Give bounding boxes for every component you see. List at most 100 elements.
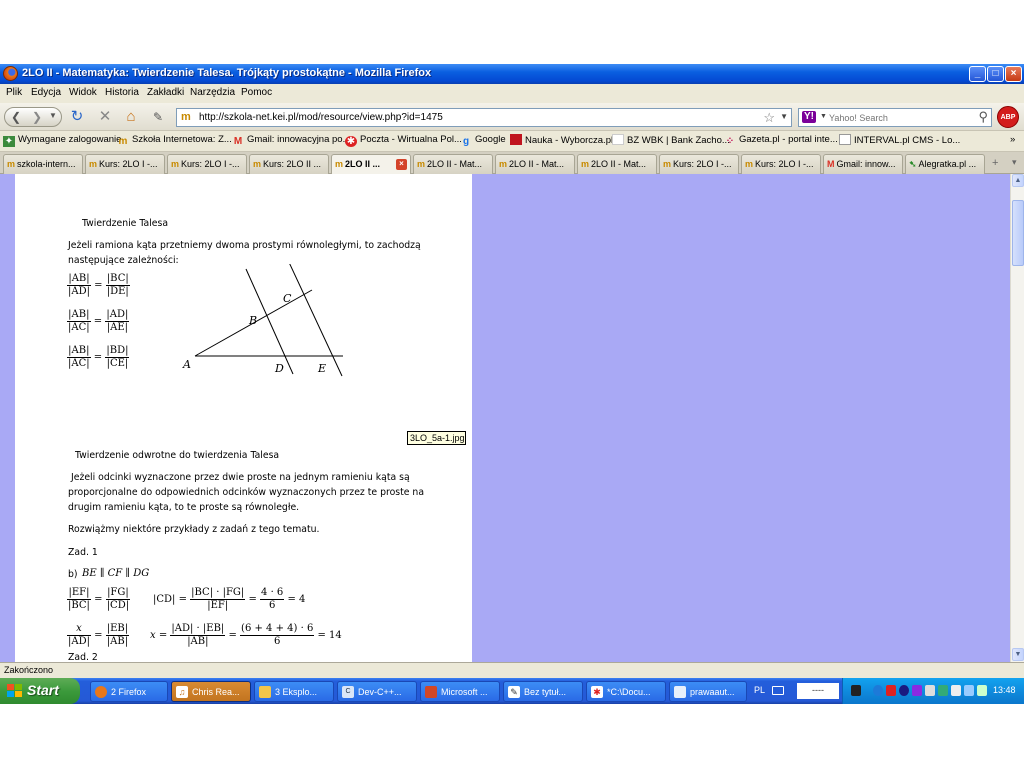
stop-icon[interactable]: ✕ xyxy=(96,108,114,126)
status-text: Zakończono xyxy=(4,665,54,675)
app-tray-icon[interactable] xyxy=(912,685,922,696)
extension-icon[interactable]: ✎ xyxy=(149,108,167,126)
url-bar[interactable]: m http://szkola-net.kei.pl/mod/resource/… xyxy=(176,108,792,127)
home-icon[interactable]: ⌂ xyxy=(122,108,140,126)
url-dropdown-icon[interactable]: ▼ xyxy=(780,112,788,121)
window-title: 2LO II - Matematyka: Twierdzenie Talesa.… xyxy=(22,67,432,79)
window-title-bar[interactable]: 2LO II - Matematyka: Twierdzenie Talesa.… xyxy=(0,64,1024,84)
taskbar-button-paint[interactable]: ✎ Bez tytuł... xyxy=(503,681,583,702)
bookmark-item[interactable]: Nauka - Wyborcza.pl xyxy=(510,134,613,146)
back-button[interactable]: ❮ xyxy=(7,109,25,125)
safely-remove-icon[interactable] xyxy=(951,685,961,696)
menu-pomoc[interactable]: Pomoc xyxy=(241,87,272,98)
back-icon[interactable] xyxy=(873,685,883,696)
monitor-icon[interactable] xyxy=(938,685,948,696)
menu-plik[interactable]: Plik xyxy=(6,87,22,98)
maximize-button[interactable]: □ xyxy=(987,66,1004,82)
tab[interactable]: m Kurs: 2LO II ... xyxy=(249,154,329,174)
search-input[interactable] xyxy=(829,111,969,125)
scroll-thumb[interactable] xyxy=(1012,200,1024,266)
adblock-plus-icon[interactable]: ABP xyxy=(997,106,1019,128)
search-engine-dropdown-icon[interactable]: ▼ xyxy=(820,113,827,120)
tab[interactable]: ➷ Alegratka.pl ... xyxy=(905,154,985,174)
taskbar-button-explorer[interactable]: 3 Eksplo... xyxy=(254,681,334,702)
new-tab-button[interactable]: + xyxy=(992,157,998,169)
reload-icon[interactable]: ↻ xyxy=(68,108,86,126)
doc-text: Jeżeli ramiona kąta przetniemy dwoma pro… xyxy=(68,240,421,251)
tab-list-button[interactable]: ▾ xyxy=(1012,157,1017,168)
taskbar-button-devcpp[interactable]: C Dev-C++... xyxy=(337,681,417,702)
bookmark-item[interactable]: m Szkoła Internetowa: Z... xyxy=(117,134,232,147)
scroll-up-icon[interactable]: ▲ xyxy=(1012,174,1024,187)
tab[interactable]: m Kurs: 2LO I -... xyxy=(167,154,247,174)
search-icon[interactable]: ⚲ xyxy=(978,109,988,125)
wireless-icon[interactable] xyxy=(964,685,974,696)
powerpoint-icon xyxy=(425,686,437,698)
keyboard-icon[interactable] xyxy=(772,686,784,695)
close-button[interactable]: × xyxy=(1005,66,1022,82)
bookmark-item[interactable]: ⁘ Gazeta.pl - portal inte... xyxy=(724,134,838,147)
bluetooth-icon[interactable] xyxy=(899,685,909,696)
menu-historia[interactable]: Historia xyxy=(105,87,139,98)
tab[interactable]: m Kurs: 2LO I -... xyxy=(741,154,821,174)
network-icon[interactable] xyxy=(851,685,861,696)
display-icon[interactable] xyxy=(925,685,935,696)
bookmark-item[interactable]: ✦ Wymagane zalogowanie xyxy=(3,134,121,147)
devcpp-icon: C xyxy=(342,686,354,698)
bookmarks-toolbar: ✦ Wymagane zalogowanie m Szkoła Internetow… xyxy=(0,131,1024,152)
bookmark-item[interactable]: INTERVAL.pl CMS - Lo... xyxy=(839,134,960,146)
tab[interactable]: m 2LO II - Mat... xyxy=(413,154,493,174)
input-indicator: ---- xyxy=(797,683,839,699)
taskbar-button-notepad[interactable]: ✱ *C:\Docu... xyxy=(586,681,666,702)
forward-button[interactable]: ❯ xyxy=(29,109,45,125)
taskbar-button-powerpoint[interactable]: Microsoft ... xyxy=(420,681,500,702)
yahoo-icon[interactable]: Y! xyxy=(802,111,816,123)
menu-edycja[interactable]: Edycja xyxy=(31,87,61,98)
start-label: Start xyxy=(27,682,59,698)
bookmark-star-icon[interactable]: ☆ xyxy=(763,110,775,126)
taskbar-button-firefox[interactable]: 2 Firefox xyxy=(90,681,168,702)
history-dropdown-icon[interactable]: ▼ xyxy=(49,111,57,120)
tab[interactable]: m 2LO II - Mat... xyxy=(577,154,657,174)
moodle-icon: m xyxy=(335,159,344,169)
bookmark-item[interactable]: ✱ Poczta - Wirtualna Pol... xyxy=(345,134,462,147)
tab-active[interactable]: m 2LO II ... × xyxy=(331,154,411,175)
task1-equation-2: x |AD| = |EB| |AB| xyxy=(67,623,130,647)
bookmark-item[interactable]: BZ WBK | Bank Zacho... xyxy=(612,134,730,146)
moodle-icon: m xyxy=(7,159,16,169)
thales-figure: A B C D E xyxy=(182,264,343,377)
bookmark-item[interactable]: g Google xyxy=(460,134,506,147)
tab-bar: m szkola-intern... m Kurs: 2LO I -... m Kur… xyxy=(0,152,1024,175)
wp-icon: ✱ xyxy=(345,136,357,147)
minimize-button[interactable]: _ xyxy=(969,66,986,82)
pdf-icon[interactable] xyxy=(886,685,896,696)
moodle-icon: m xyxy=(89,159,98,169)
bookmark-item[interactable]: M Gmail: innowacyjna po... xyxy=(232,134,351,147)
ratio-equation: |AB| |AC| = |BD| |CE| xyxy=(67,345,130,369)
menu-narzedzia[interactable]: Narzędzia xyxy=(190,87,235,98)
task-label: Zad. 2 xyxy=(68,652,98,662)
system-tray: 13:48 xyxy=(842,678,1024,704)
menu-widok[interactable]: Widok xyxy=(69,87,97,98)
tab[interactable]: m szkola-intern... xyxy=(3,154,83,174)
volume-icon[interactable] xyxy=(977,685,987,696)
close-tab-icon[interactable]: × xyxy=(396,159,407,170)
url-text[interactable]: http://szkola-net.kei.pl/mod/resource/vi… xyxy=(199,112,443,123)
taskbar-button-document[interactable]: prawaaut... xyxy=(669,681,747,702)
clock[interactable]: 13:48 xyxy=(993,685,1016,695)
search-bar[interactable]: Y! ▼ ⚲ xyxy=(798,108,992,127)
tab[interactable]: M Gmail: innow... xyxy=(823,154,903,174)
bookmarks-overflow-button[interactable]: » xyxy=(1010,134,1015,145)
figure-label-d: D xyxy=(274,362,284,375)
tab[interactable]: m 2LO II - Mat... xyxy=(495,154,575,174)
language-indicator[interactable]: PL xyxy=(754,685,765,695)
start-button[interactable]: Start xyxy=(0,678,80,704)
figure-label-c: C xyxy=(283,292,292,305)
tab[interactable]: m Kurs: 2LO I -... xyxy=(659,154,739,174)
vertical-scrollbar[interactable]: ▲ ▼ xyxy=(1010,174,1024,662)
scroll-down-icon[interactable]: ▼ xyxy=(1012,648,1024,661)
taskbar-button-media[interactable]: ♫ Chris Rea... xyxy=(171,681,251,702)
menu-zakladki[interactable]: Zakładki xyxy=(147,87,184,98)
gmail-icon: M xyxy=(827,159,835,169)
tab[interactable]: m Kurs: 2LO I -... xyxy=(85,154,165,174)
